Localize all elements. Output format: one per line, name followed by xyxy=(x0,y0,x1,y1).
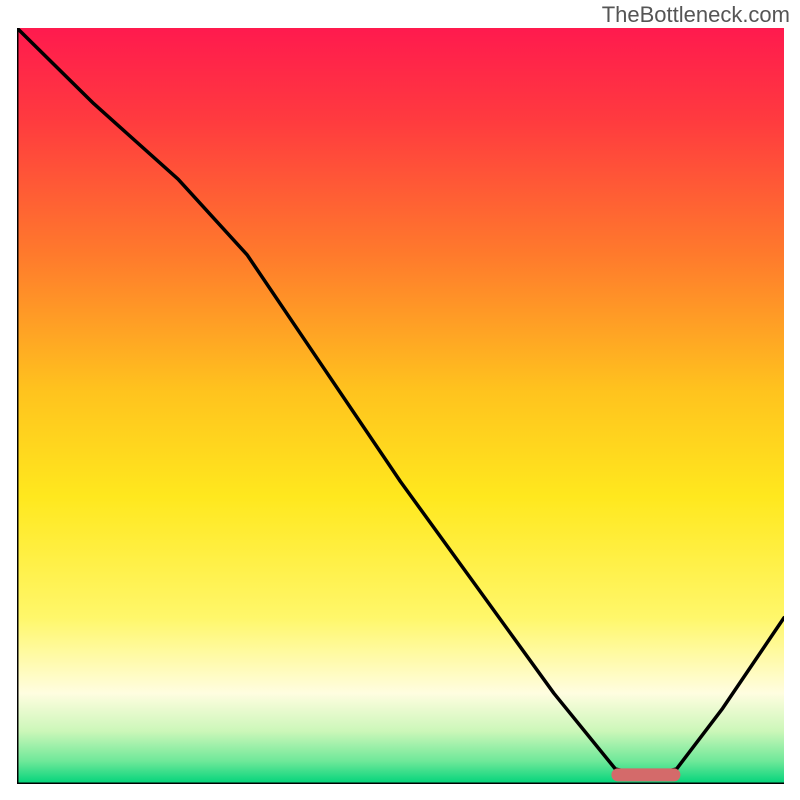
chart-svg xyxy=(17,28,784,784)
plot-area xyxy=(17,28,784,784)
bottleneck-chart: TheBottleneck.com xyxy=(0,0,800,800)
gradient-background xyxy=(17,28,784,784)
optimal-range-marker xyxy=(611,768,680,781)
watermark-text: TheBottleneck.com xyxy=(602,2,790,28)
